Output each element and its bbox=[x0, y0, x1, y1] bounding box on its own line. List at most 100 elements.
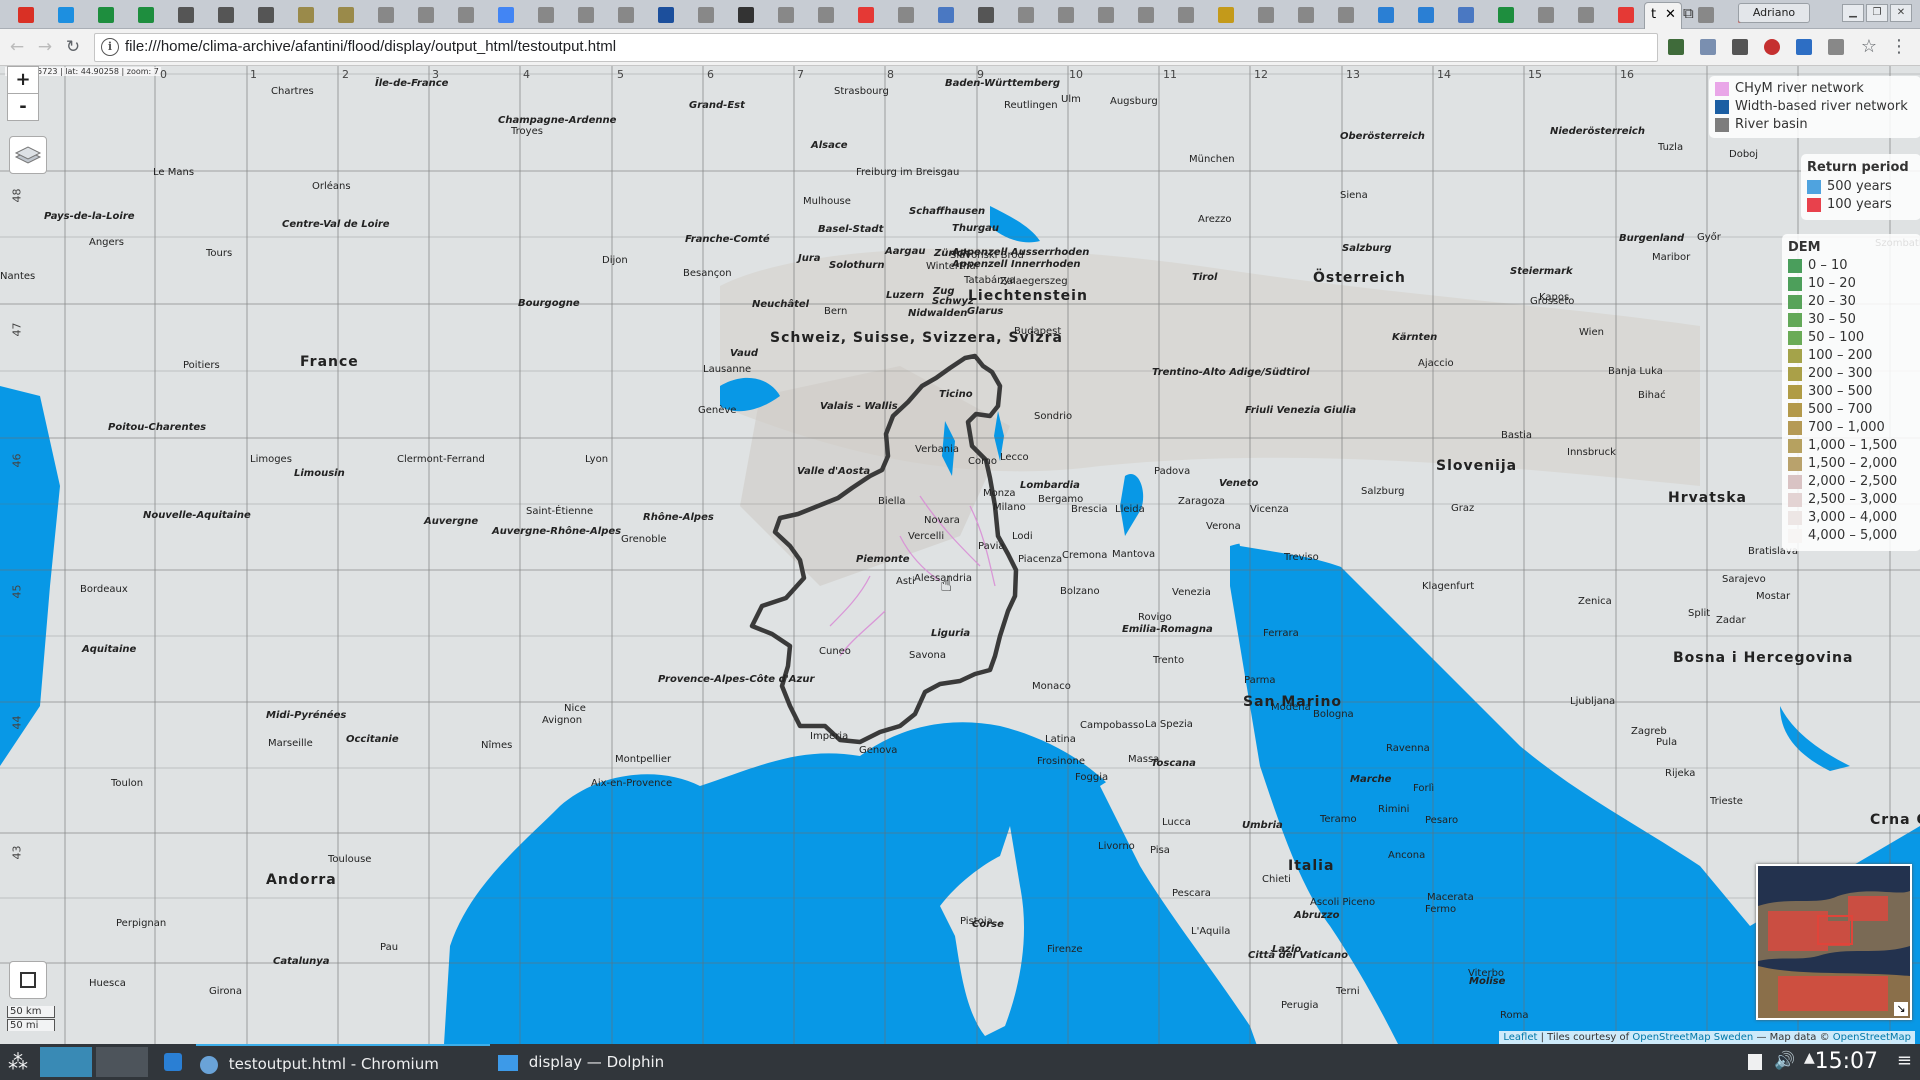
browser-tab[interactable] bbox=[124, 3, 164, 28]
layers-button[interactable] bbox=[9, 136, 47, 174]
profile-button[interactable]: Adriano bbox=[1738, 3, 1810, 23]
browser-tab[interactable] bbox=[924, 3, 964, 28]
volume-icon[interactable]: 🔊 bbox=[1774, 1051, 1795, 1071]
menu-icon[interactable]: ≡ bbox=[1897, 1050, 1912, 1071]
city-label: Massa bbox=[1128, 754, 1160, 765]
browser-tab[interactable] bbox=[444, 3, 484, 28]
minimap[interactable]: ↘ bbox=[1756, 864, 1912, 1020]
city-label: Lecco bbox=[1000, 452, 1029, 463]
dem-title: DEM bbox=[1788, 240, 1821, 255]
legend-label: 2,000 – 2,500 bbox=[1808, 474, 1898, 489]
data-source-link[interactable]: OpenStreetMap bbox=[1833, 1032, 1911, 1043]
minimize-icon[interactable]: ▁ bbox=[1842, 4, 1864, 22]
clock[interactable]: 15:07 bbox=[1815, 1044, 1878, 1080]
browser-tab[interactable] bbox=[1124, 3, 1164, 28]
browser-tab[interactable] bbox=[484, 3, 524, 28]
browser-tab[interactable] bbox=[684, 3, 724, 28]
city-label: Split bbox=[1688, 608, 1711, 619]
address-bar[interactable]: i file:///home/clima-archive/afantini/fl… bbox=[94, 33, 1658, 62]
minimap-toggle-icon[interactable]: ↘ bbox=[1894, 1002, 1908, 1016]
browser-tab[interactable] bbox=[284, 3, 324, 28]
city-label: Wien bbox=[1579, 327, 1604, 338]
extension-icon[interactable] bbox=[1668, 39, 1684, 55]
extension-icon[interactable] bbox=[1732, 39, 1748, 55]
browser-tab[interactable] bbox=[1284, 3, 1324, 28]
browser-tab[interactable] bbox=[244, 3, 284, 28]
browser-tab[interactable] bbox=[564, 3, 604, 28]
browser-tab[interactable] bbox=[844, 3, 884, 28]
legend-row: 4,000 – 5,000 bbox=[1788, 527, 1915, 545]
legend-label: 1,500 – 2,000 bbox=[1808, 456, 1898, 471]
browser-tab[interactable] bbox=[1084, 3, 1124, 28]
browser-tab[interactable] bbox=[1404, 3, 1444, 28]
region-label: Occitanie bbox=[346, 734, 399, 745]
city-label: Latina bbox=[1045, 734, 1076, 745]
clipboard-icon[interactable] bbox=[1748, 1054, 1762, 1070]
browser-tab[interactable] bbox=[644, 3, 684, 28]
browser-tab[interactable] bbox=[1044, 3, 1084, 28]
browser-tab[interactable] bbox=[764, 3, 804, 28]
file-manager-icon[interactable] bbox=[164, 1053, 182, 1071]
tab-close-icon[interactable]: ✕ bbox=[1665, 7, 1676, 22]
leaflet-link[interactable]: Leaflet bbox=[1503, 1032, 1537, 1043]
browser-tab[interactable] bbox=[1484, 3, 1524, 28]
browser-tab[interactable] bbox=[204, 3, 244, 28]
back-icon[interactable]: ← bbox=[6, 36, 28, 58]
leaflet-map[interactable]: lon: 8.65723 | lat: 44.90258 | zoom: 7 0… bbox=[0, 66, 1920, 1044]
zoom-out-button[interactable]: - bbox=[7, 93, 39, 121]
region-label: Auvergne-Rhône-Alpes bbox=[492, 526, 622, 537]
zoom-in-button[interactable]: + bbox=[7, 66, 39, 94]
browser-tab[interactable] bbox=[1004, 3, 1044, 28]
new-tab-icon[interactable]: ⧉ bbox=[1683, 4, 1707, 24]
browser-tab[interactable] bbox=[1444, 3, 1484, 28]
browser-tab[interactable] bbox=[884, 3, 924, 28]
browser-tab[interactable] bbox=[44, 3, 84, 28]
menu-icon[interactable]: ⋮ bbox=[1888, 36, 1910, 58]
region-label: Basel-Stadt bbox=[818, 224, 884, 235]
browser-tab[interactable] bbox=[164, 3, 204, 28]
browser-tab[interactable] bbox=[84, 3, 124, 28]
tab-favicon-icon bbox=[258, 7, 274, 23]
draw-rectangle-button[interactable] bbox=[9, 961, 47, 999]
legend-row: 2,500 – 3,000 bbox=[1788, 491, 1915, 509]
task-dolphin[interactable]: display — Dolphin bbox=[494, 1044, 788, 1080]
browser-tab[interactable] bbox=[4, 3, 44, 28]
browser-tab[interactable] bbox=[1364, 3, 1404, 28]
browser-tab[interactable] bbox=[724, 3, 764, 28]
ublock-icon[interactable] bbox=[1764, 39, 1780, 55]
browser-tab[interactable] bbox=[1524, 3, 1564, 28]
browser-tab[interactable] bbox=[404, 3, 444, 28]
forward-icon[interactable]: → bbox=[34, 36, 56, 58]
extension-icon[interactable] bbox=[1828, 39, 1844, 55]
tiles-source-link[interactable]: OpenStreetMap Sweden bbox=[1632, 1032, 1753, 1043]
browser-tab[interactable] bbox=[604, 3, 644, 28]
tray-expand-icon[interactable]: ▲ bbox=[1804, 1050, 1815, 1066]
info-icon[interactable]: i bbox=[101, 38, 119, 56]
browser-tab[interactable] bbox=[1604, 3, 1644, 28]
task-chromium[interactable]: testoutput.html - Chromium bbox=[196, 1044, 490, 1080]
bookmark-star-icon[interactable]: ☆ bbox=[1858, 36, 1880, 58]
desktop-2[interactable] bbox=[96, 1047, 148, 1077]
browser-tab[interactable] bbox=[804, 3, 844, 28]
region-label: Grand-Est bbox=[689, 100, 745, 111]
extension-icon[interactable] bbox=[1796, 39, 1812, 55]
lon-tick-label: 0 bbox=[160, 68, 167, 81]
desktop-1[interactable] bbox=[40, 1047, 92, 1077]
tab-active[interactable]: t ✕ bbox=[1644, 2, 1682, 29]
close-window-icon[interactable]: ✕ bbox=[1890, 4, 1912, 22]
url-text[interactable]: file:///home/clima-archive/afantini/floo… bbox=[125, 38, 616, 55]
download-icon[interactable] bbox=[1700, 39, 1716, 55]
browser-tab[interactable] bbox=[524, 3, 564, 28]
browser-tab[interactable] bbox=[364, 3, 404, 28]
app-launcher-icon[interactable]: ⁂ bbox=[8, 1050, 32, 1074]
browser-tab[interactable] bbox=[1564, 3, 1604, 28]
city-label: Montpellier bbox=[615, 754, 672, 765]
reload-icon[interactable]: ↻ bbox=[62, 36, 84, 58]
maximize-icon[interactable]: ❐ bbox=[1866, 4, 1888, 22]
browser-tab[interactable] bbox=[1244, 3, 1284, 28]
browser-tab[interactable] bbox=[1324, 3, 1364, 28]
browser-tab[interactable] bbox=[1164, 3, 1204, 28]
browser-tab[interactable] bbox=[1204, 3, 1244, 28]
browser-tab[interactable] bbox=[324, 3, 364, 28]
browser-tab[interactable] bbox=[964, 3, 1004, 28]
